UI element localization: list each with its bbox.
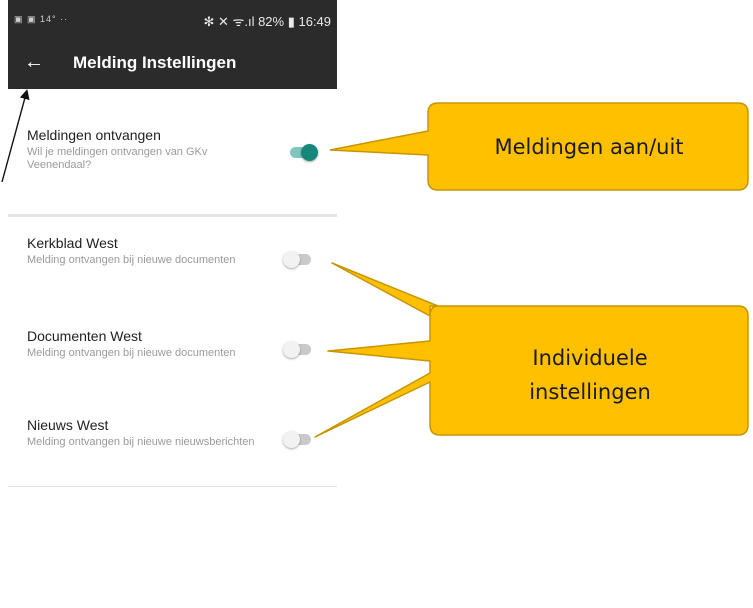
callout-individual-text: Individuele instellingen (529, 346, 651, 404)
pointer-arrow (1, 89, 30, 183)
annotation-overlay (1, 89, 749, 438)
callout-main-toggle-text: Meldingen aan/uit (494, 135, 684, 159)
